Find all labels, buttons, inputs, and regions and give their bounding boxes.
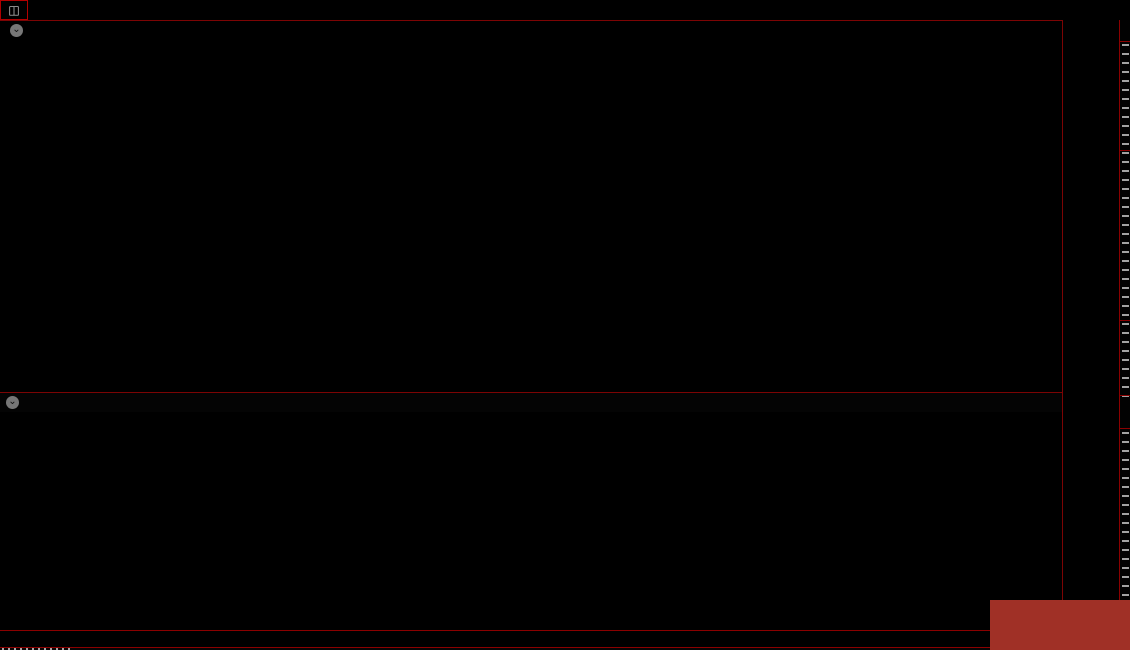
chevron-down-icon[interactable]: ⌄ — [10, 24, 23, 37]
site-watermark — [990, 600, 1130, 650]
date-axis — [0, 630, 1119, 648]
layout-window-icon[interactable]: ◫ — [0, 0, 28, 20]
indicator-chart[interactable] — [0, 412, 1062, 630]
chevron-down-icon[interactable]: ⌄ — [6, 396, 19, 409]
indicator-header: ⌄ — [0, 392, 1062, 413]
right-edge-panel[interactable] — [1119, 20, 1130, 650]
top-toolbar: ◫ — [0, 0, 1130, 21]
price-axis — [1062, 20, 1120, 646]
main-candlestick-chart[interactable] — [0, 40, 1062, 392]
title-row: ⌄ — [0, 21, 1118, 40]
